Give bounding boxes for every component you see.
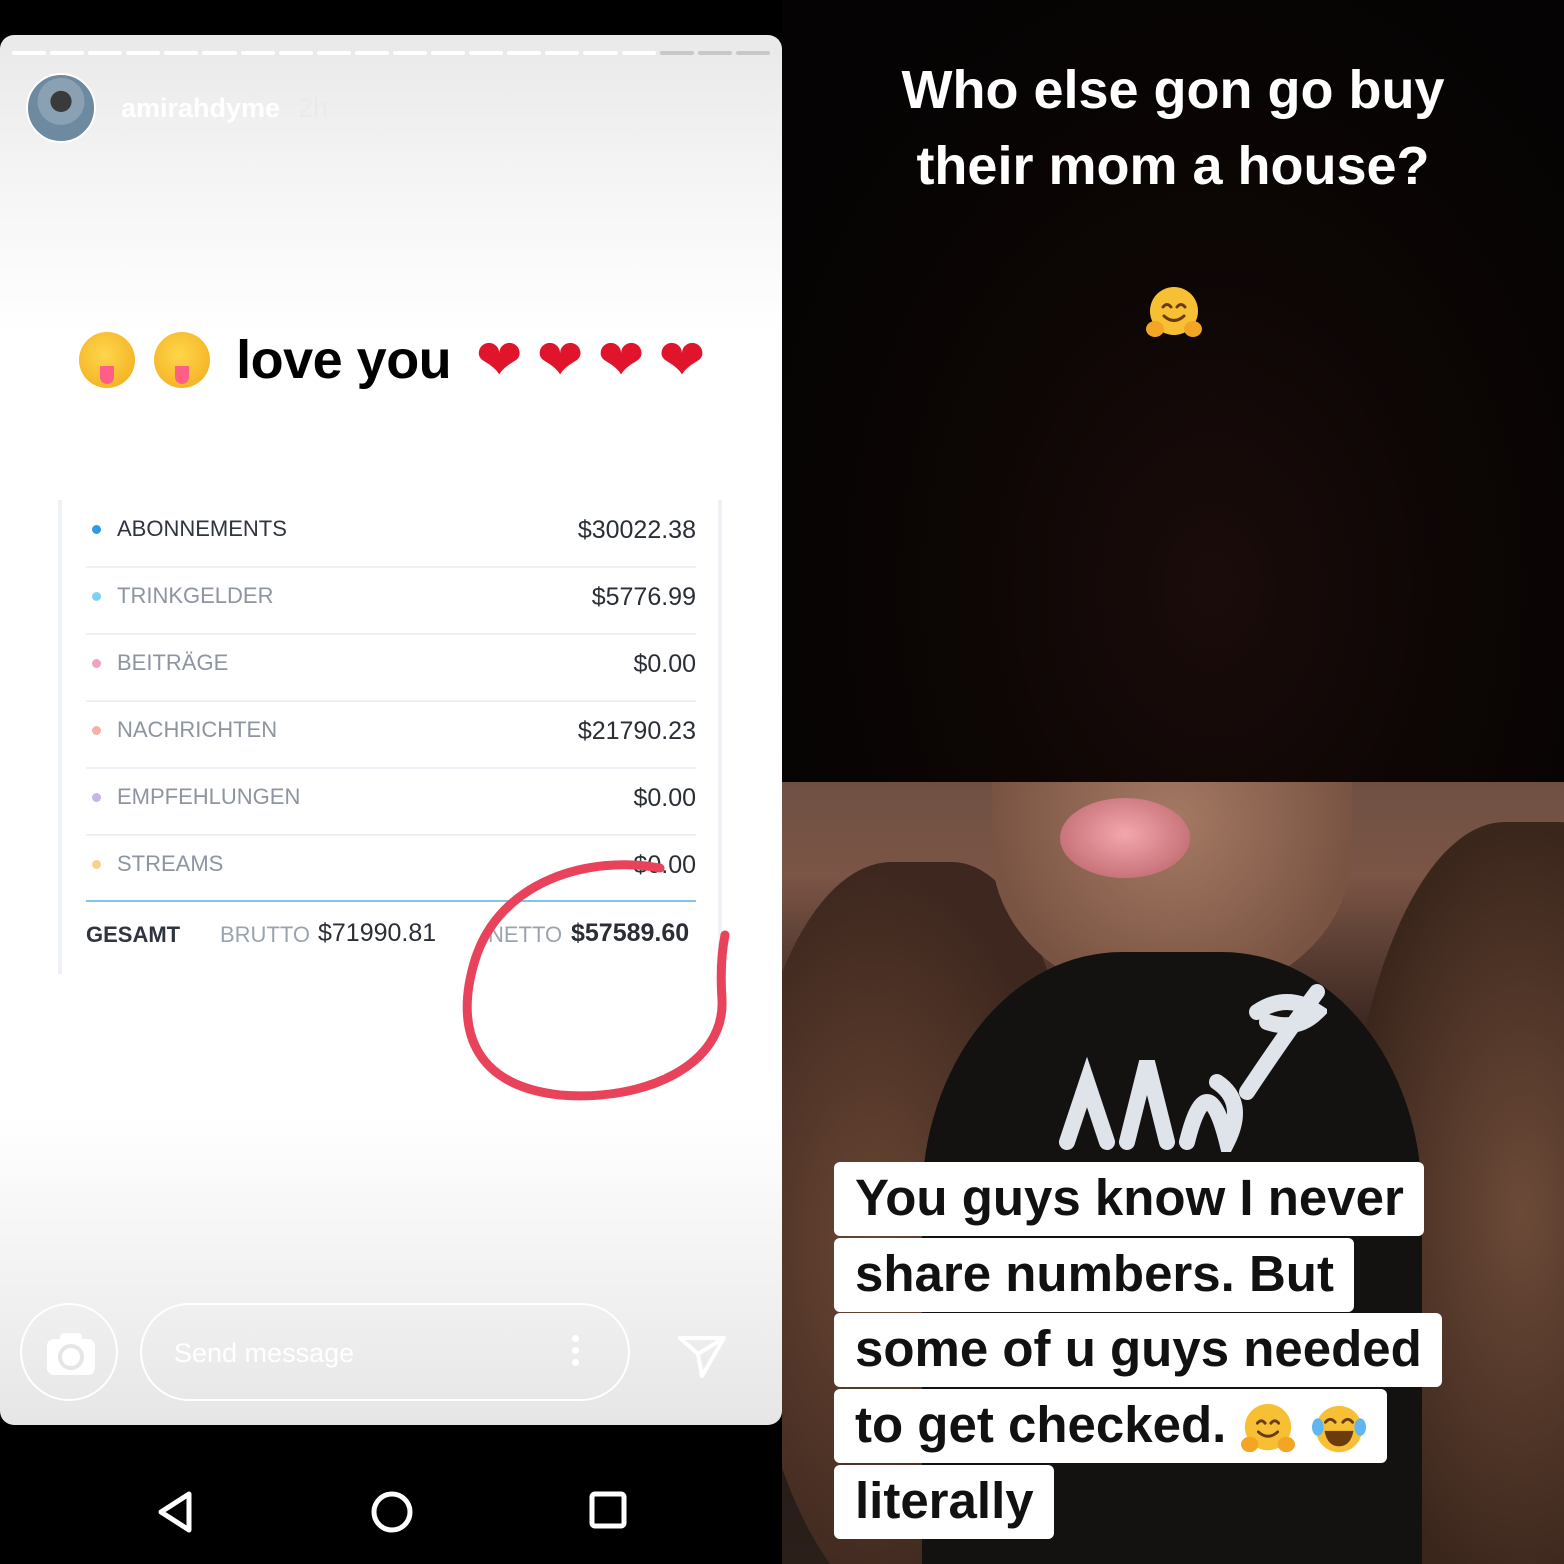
progress-segment [278,51,313,55]
legend-dot-icon [92,659,101,668]
earnings-row: NACHRICHTEN $21790.23 [86,701,696,769]
earnings-row: TRINKGELDER $5776.99 [86,567,696,635]
total-label: GESAMT [86,922,181,947]
story-username[interactable]: amirahdyme [121,93,280,124]
progress-segment [431,51,466,55]
earnings-row: EMPFEHLUNGEN $0.00 [86,768,696,836]
legend-dot-icon [92,525,101,534]
caption-line: some of u guys needed [834,1313,1442,1387]
progress-segment [202,51,237,55]
earnings-row-label: TRINKGELDER [117,583,274,608]
earnings-row: ABONNEMENTS $30022.38 [86,500,696,568]
earnings-row-value: $0.00 [633,784,696,812]
progress-segment [507,51,542,55]
recent-apps-nav-icon[interactable] [588,1490,628,1530]
earnings-row-value: $0.00 [633,650,696,678]
red-heart-icon: ❤ [658,327,706,391]
send-message-input[interactable]: Send message [140,1303,630,1401]
legend-dot-icon [92,860,101,869]
camera-icon [47,1333,95,1375]
earnings-row-value: $5776.99 [591,583,696,611]
story-screenshot-panel: amirahdyme 2h love you ❤ ❤ ❤ ❤ ABONNEMEN… [0,0,782,1564]
story-progress-bar [12,51,770,55]
camera-button[interactable] [20,1303,118,1401]
story-question-line: their mom a house? [916,136,1430,196]
earnings-row-label: NACHRICHTEN [117,717,278,742]
dark-text-story: Who else gon go buy their mom a house? [782,0,1564,782]
earnings-row: BEITRÄGE $0.00 [86,634,696,702]
progress-segment [50,51,85,55]
progress-segment [126,51,161,55]
progress-segment [316,51,351,55]
progress-segment [697,51,732,55]
back-nav-icon[interactable] [155,1490,195,1534]
caption-text: love you [236,329,452,390]
progress-segment [545,51,580,55]
earnings-row-label: EMPFEHLUNGEN [117,784,301,809]
red-heart-icon: ❤ [475,327,523,391]
caption-line: You guys know I never [834,1162,1424,1236]
progress-segment [469,51,504,55]
red-heart-icon: ❤ [536,327,584,391]
progress-segment [621,51,656,55]
send-direct-icon[interactable] [676,1330,728,1380]
story-viewer[interactable]: amirahdyme 2h love you ❤ ❤ ❤ ❤ ABONNEMEN… [0,35,782,1425]
progress-segment [659,51,694,55]
caption-line-text: to get checked. [855,1396,1227,1453]
caption-line-with-emoji: to get checked. [834,1389,1387,1463]
legend-dot-icon [92,793,101,802]
progress-segment [88,51,123,55]
shirt-print-graphic [1059,984,1327,1152]
progress-segment [735,51,770,55]
story-question: Who else gon go buy their mom a house? [782,52,1564,204]
tears-of-joy-icon [1311,1405,1366,1452]
squinting-face-with-tongue-icon [153,331,210,388]
earnings-row-label: STREAMS [117,851,224,876]
brutto-label: BRUTTO [220,922,311,947]
send-message-placeholder: Send message [174,1338,355,1368]
progress-segment [583,51,618,55]
more-options-icon[interactable] [572,1335,580,1371]
red-heart-icon: ❤ [597,327,645,391]
story-caption: love you ❤ ❤ ❤ ❤ [0,325,782,391]
home-nav-icon[interactable] [370,1490,414,1534]
story-time: 2h [298,93,329,123]
legend-dot-icon [92,592,101,601]
hugging-face-icon [1241,1403,1296,1452]
earnings-row-value: $30022.38 [577,516,696,544]
legend-dot-icon [92,726,101,735]
story-question-line: Who else gon go buy [901,60,1445,120]
caption-line: share numbers. But [834,1238,1354,1312]
progress-segment [164,51,199,55]
hugging-face-icon [1146,287,1202,337]
progress-segment [240,51,275,55]
brutto-value: $71990.81 [318,919,437,947]
red-circle-annotation [462,860,730,1101]
avatar[interactable] [26,73,96,143]
caption-line: literally [834,1465,1054,1539]
earnings-row-label: ABONNEMENTS [117,516,287,541]
earnings-row-value: $21790.23 [577,717,696,745]
squinting-face-with-tongue-icon [79,331,136,388]
progress-segment [392,51,428,55]
progress-segment [354,51,389,55]
photo-lips [1060,798,1190,878]
selfie-story: You guys know I never share numbers. But… [782,782,1564,1564]
earnings-row-label: BEITRÄGE [117,650,229,675]
progress-segment [12,51,47,55]
